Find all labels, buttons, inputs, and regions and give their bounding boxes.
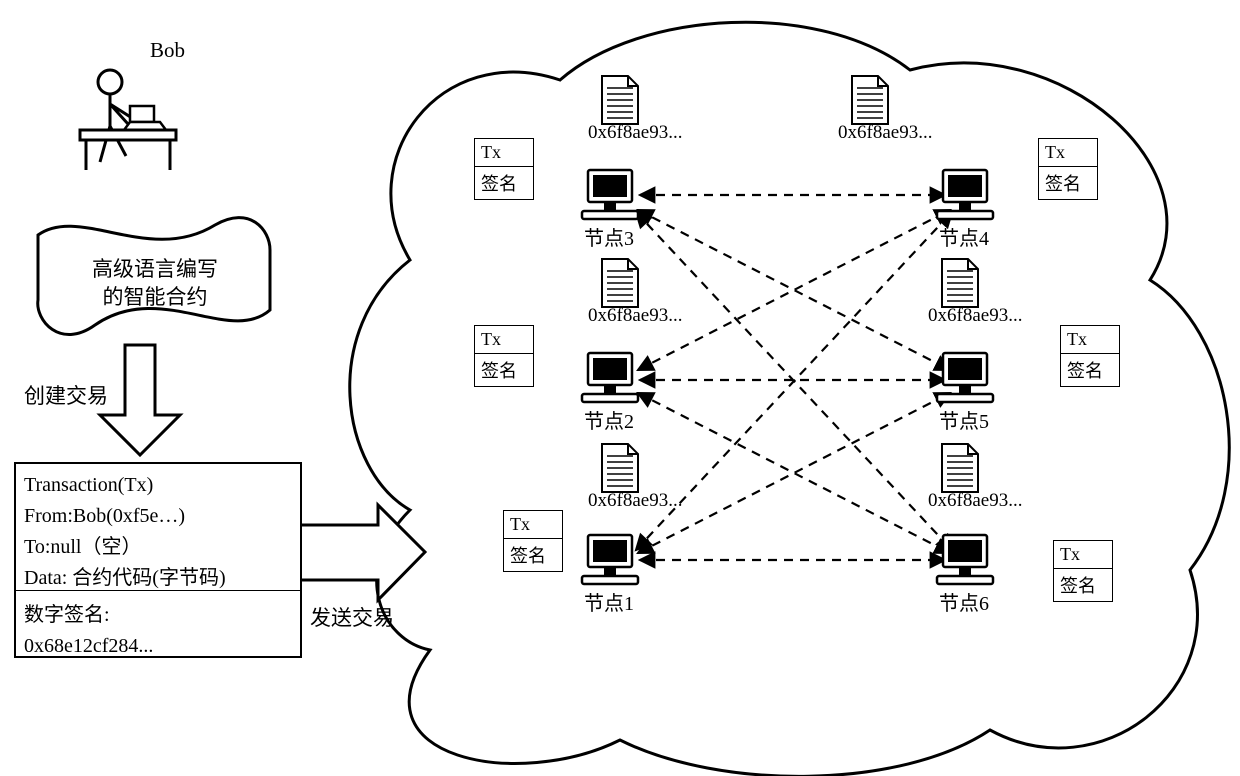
txcell-1: Tx 签名: [503, 510, 563, 572]
node-3-icon: [582, 170, 638, 219]
txcell-tx: Tx: [475, 326, 533, 354]
tx-from: From:Bob(0xf5e…): [16, 501, 300, 532]
addr-1: 0x6f8ae93...: [588, 490, 682, 512]
send-transaction-label: 发送交易: [310, 602, 394, 632]
node-5-icon: [937, 353, 993, 402]
create-transaction-label: 创建交易: [24, 380, 108, 410]
txcell-3: Tx 签名: [474, 138, 534, 200]
txcell-2: Tx 签名: [474, 325, 534, 387]
txcell-sig: 签名: [504, 539, 562, 571]
node-2-label: 节点2: [584, 405, 634, 434]
node-1-label: 节点1: [584, 587, 634, 616]
txcell-tx: Tx: [1039, 139, 1097, 167]
txcell-sig: 签名: [1054, 569, 1112, 601]
arrow-send-transaction: [300, 505, 425, 600]
transaction-box: Transaction(Tx) From:Bob(0xf5e…) To:null…: [14, 462, 302, 658]
tx-sig-label: 数字签名:: [16, 600, 300, 631]
txcell-sig: 签名: [475, 354, 533, 386]
tx-header: Transaction(Tx): [16, 470, 300, 501]
addr-3: 0x6f8ae93...: [588, 122, 682, 144]
txcell-sig: 签名: [475, 167, 533, 199]
mesh-edges: [636, 195, 952, 560]
doc-5-icon: [942, 259, 978, 307]
arrow-create-transaction: [100, 345, 180, 455]
node-4-label: 节点4: [939, 222, 989, 251]
doc-3-icon: [602, 76, 638, 124]
txcell-tx: Tx: [504, 511, 562, 539]
user-name-label: Bob: [150, 38, 185, 63]
doc-4-icon: [852, 76, 888, 124]
addr-2: 0x6f8ae93...: [588, 305, 682, 327]
diagram-root: Bob 高级语言编写 的智能合约 创建交易 Transaction(Tx) Fr…: [0, 0, 1240, 776]
node-6-icon: [937, 535, 993, 584]
txcell-4: Tx 签名: [1038, 138, 1098, 200]
scroll-text: 高级语言编写 的智能合约: [50, 255, 260, 312]
scroll-line2: 的智能合约: [103, 285, 208, 309]
txcell-tx: Tx: [1061, 326, 1119, 354]
user-bob-icon: [80, 70, 176, 170]
node-4-icon: [937, 170, 993, 219]
txcell-sig: 签名: [1061, 354, 1119, 386]
tx-sig-value: 0x68e12cf284...: [16, 631, 300, 662]
txcell-sig: 签名: [1039, 167, 1097, 199]
doc-6-icon: [942, 444, 978, 492]
txcell-6: Tx 签名: [1053, 540, 1113, 602]
txcell-5: Tx 签名: [1060, 325, 1120, 387]
addr-4: 0x6f8ae93...: [838, 122, 932, 144]
node-2-icon: [582, 353, 638, 402]
addr-6: 0x6f8ae93...: [928, 490, 1022, 512]
node-3-label: 节点3: [584, 222, 634, 251]
txcell-tx: Tx: [1054, 541, 1112, 569]
addr-5: 0x6f8ae93...: [928, 305, 1022, 327]
scroll-line1: 高级语言编写: [92, 257, 218, 281]
node-6-label: 节点6: [939, 587, 989, 616]
doc-1-icon: [602, 444, 638, 492]
node-5-label: 节点5: [939, 405, 989, 434]
doc-2-icon: [602, 259, 638, 307]
node-1-icon: [582, 535, 638, 584]
tx-to: To:null（空）: [16, 532, 300, 563]
txcell-tx: Tx: [475, 139, 533, 167]
cloud-outline: [350, 22, 1229, 776]
